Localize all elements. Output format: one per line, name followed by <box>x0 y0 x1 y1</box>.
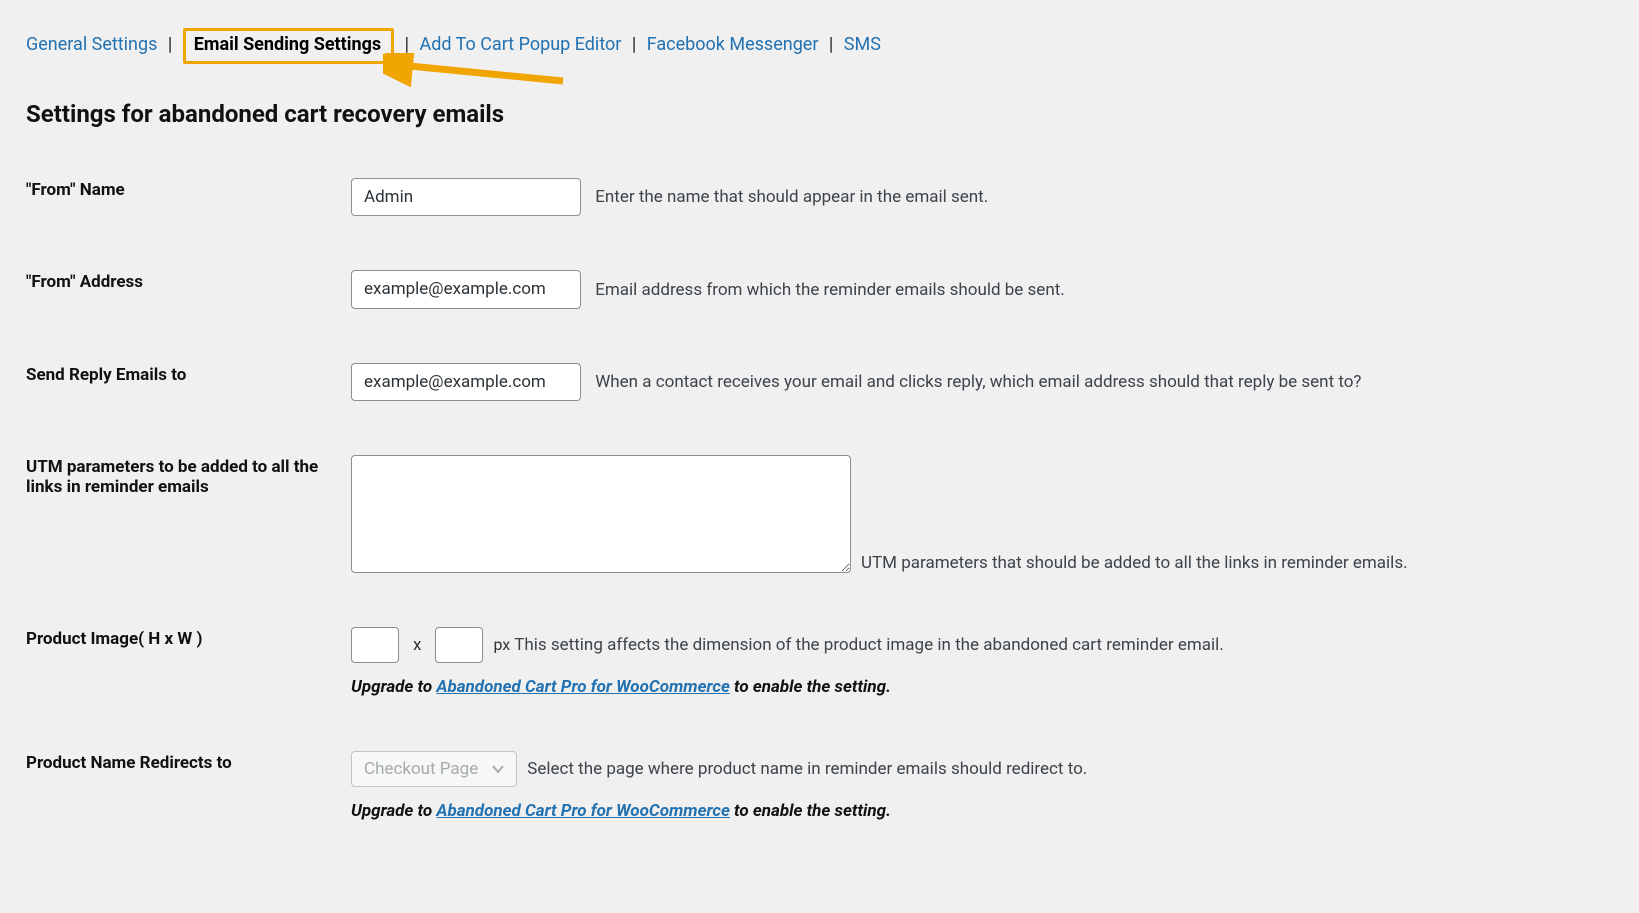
px-label: px <box>493 635 510 654</box>
chevron-down-icon <box>490 761 506 777</box>
from-name-help: Enter the name that should appear in the… <box>595 187 988 207</box>
product-image-upgrade: Upgrade to Abandoned Cart Pro for WooCom… <box>351 677 1613 697</box>
upgrade-link[interactable]: Abandoned Cart Pro for WooCommerce <box>436 801 730 821</box>
upgrade-pre: Upgrade to <box>351 801 436 821</box>
product-image-help: This setting affects the dimension of th… <box>514 635 1224 655</box>
tab-highlight: Email Sending Settings <box>183 28 394 64</box>
product-image-width-input <box>435 627 483 663</box>
dimension-separator: x <box>413 635 421 655</box>
product-image-height-input <box>351 627 399 663</box>
product-redirect-value: Checkout Page <box>364 759 478 779</box>
reply-to-help: When a contact receives your email and c… <box>595 372 1361 392</box>
upgrade-post: to enable the setting. <box>730 801 891 821</box>
from-name-input[interactable] <box>351 178 581 216</box>
product-redirect-upgrade: Upgrade to Abandoned Cart Pro for WooCom… <box>351 801 1613 821</box>
tab-separator: | <box>405 34 409 55</box>
tab-facebook-messenger[interactable]: Facebook Messenger <box>647 34 819 55</box>
utm-params-textarea[interactable] <box>351 455 851 573</box>
product-redirect-select: Checkout Page <box>351 751 517 787</box>
page-title: Settings for abandoned cart recovery ema… <box>26 100 1613 128</box>
from-address-label: "From" Address <box>26 248 351 340</box>
tab-separator: | <box>829 34 833 55</box>
tab-nav: General Settings | Email Sending Setting… <box>26 28 1613 64</box>
from-address-input[interactable] <box>351 270 581 308</box>
product-image-label: Product Image( H x W ) <box>26 605 351 729</box>
product-redirect-help: Select the page where product name in re… <box>527 759 1087 779</box>
tab-sms[interactable]: SMS <box>844 34 881 55</box>
reply-to-label: Send Reply Emails to <box>26 341 351 433</box>
from-name-label: "From" Name <box>26 156 351 248</box>
settings-form: "From" Name Enter the name that should a… <box>26 156 1613 853</box>
product-redirect-label: Product Name Redirects to <box>26 729 351 853</box>
upgrade-pre: Upgrade to <box>351 677 436 697</box>
tab-general-settings[interactable]: General Settings <box>26 34 157 55</box>
tab-email-sending-settings[interactable]: Email Sending Settings <box>194 34 381 55</box>
utm-params-help: UTM parameters that should be added to a… <box>861 553 1408 573</box>
annotation-arrow <box>383 53 603 93</box>
upgrade-post: to enable the setting. <box>730 677 891 697</box>
from-address-help: Email address from which the reminder em… <box>595 280 1065 300</box>
upgrade-link[interactable]: Abandoned Cart Pro for WooCommerce <box>436 677 730 697</box>
tab-add-to-cart-popup[interactable]: Add To Cart Popup Editor <box>419 34 621 55</box>
tab-separator: | <box>168 34 172 55</box>
utm-params-label: UTM parameters to be added to all the li… <box>26 433 351 605</box>
tab-separator: | <box>632 34 636 55</box>
settings-page: General Settings | Email Sending Setting… <box>0 0 1639 913</box>
reply-to-input[interactable] <box>351 363 581 401</box>
